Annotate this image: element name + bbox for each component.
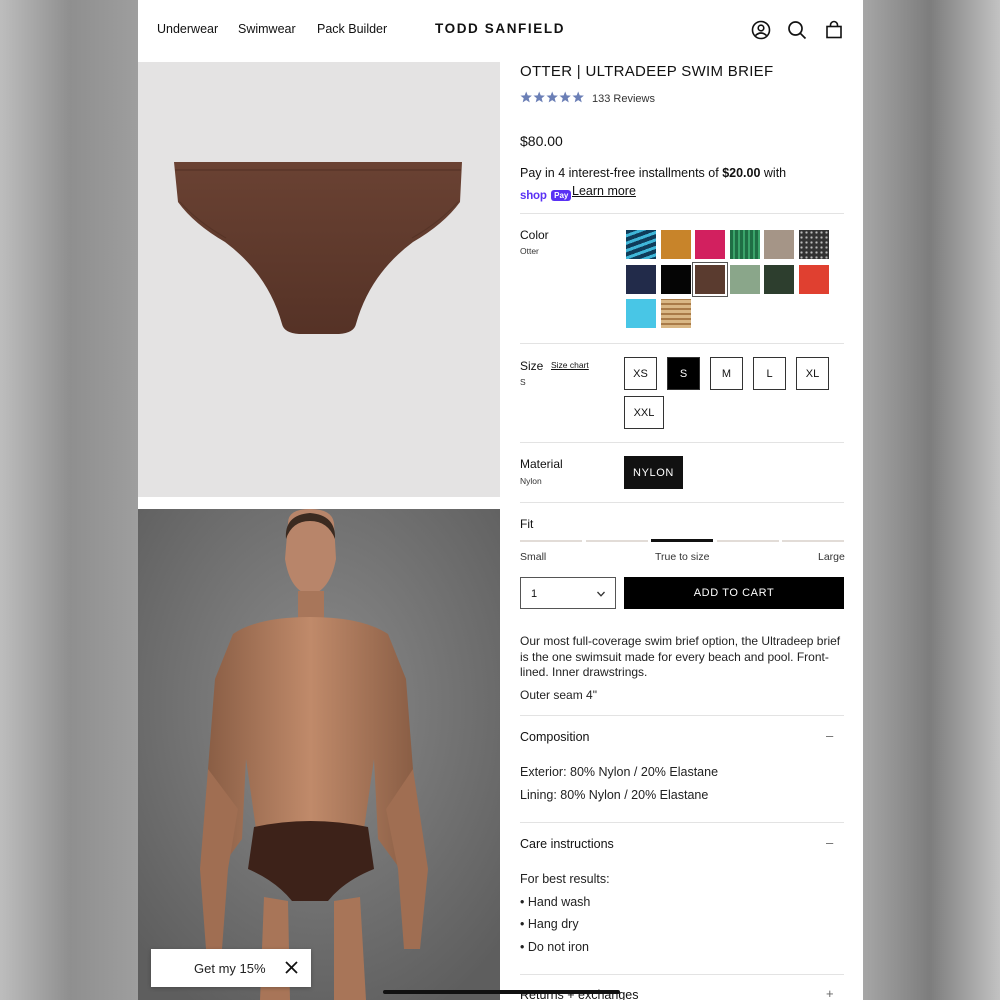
- star-icon: [546, 91, 558, 103]
- fit-label: Fit: [520, 517, 534, 531]
- installments-text: Pay in 4 interest-free installments of $…: [520, 164, 844, 183]
- product-description: Our most full-coverage swim brief option…: [520, 634, 841, 680]
- star-icon: [533, 91, 545, 103]
- color-swatch[interactable]: [729, 264, 760, 294]
- product-image-flat[interactable]: [138, 62, 500, 497]
- installments-amount: $20.00: [722, 166, 761, 180]
- shop-pay-badge: Pay: [551, 190, 572, 201]
- composition-toggle[interactable]: Composition: [520, 730, 589, 744]
- swim-brief-image: [174, 162, 462, 334]
- fit-segment: [585, 540, 648, 542]
- close-icon[interactable]: [284, 960, 299, 975]
- star-icon: [572, 91, 584, 103]
- color-swatch[interactable]: [798, 230, 829, 259]
- color-swatch[interactable]: [764, 264, 794, 294]
- fit-small-label: Small: [520, 551, 547, 563]
- color-swatch[interactable]: [764, 230, 794, 259]
- color-selected: Otter: [520, 246, 539, 256]
- installments-suffix: with: [760, 166, 787, 180]
- discount-popup[interactable]: Get my 15%: [151, 949, 311, 987]
- fit-true-label: True to size: [655, 551, 710, 563]
- discount-label[interactable]: Get my 15%: [194, 961, 266, 976]
- chevron-down-icon: [597, 591, 605, 597]
- size-option-s[interactable]: S: [667, 357, 700, 390]
- color-swatch[interactable]: [660, 264, 691, 294]
- color-swatch[interactable]: [660, 230, 691, 259]
- care-intro: For best results:: [520, 872, 610, 886]
- star-icon: [559, 91, 571, 103]
- size-option-m[interactable]: M: [710, 357, 743, 390]
- divider: [520, 502, 844, 503]
- model-photo: [138, 509, 500, 1000]
- nav-swimwear[interactable]: Swimwear: [238, 22, 296, 36]
- color-swatch[interactable]: [626, 264, 656, 294]
- color-swatch[interactable]: [626, 230, 656, 259]
- scroll-indicator[interactable]: [383, 990, 620, 994]
- product-info: OTTER | ULTRADEEP SWIM BRIEF 133 Reviews…: [520, 0, 845, 1000]
- size-selected: S: [520, 377, 526, 387]
- quantity-value: 1: [531, 588, 538, 600]
- care-item: • Do not iron: [520, 940, 589, 954]
- returns-expand-icon[interactable]: +: [826, 986, 834, 1000]
- divider: [520, 822, 844, 823]
- size-option-xs[interactable]: XS: [624, 357, 657, 390]
- star-rating-icon[interactable]: [520, 91, 584, 104]
- nav-underwear[interactable]: Underwear: [157, 22, 218, 36]
- shop-pay-wordmark: shop: [520, 190, 547, 202]
- product-image-model[interactable]: [138, 509, 500, 1000]
- color-swatch[interactable]: [626, 299, 656, 328]
- nav-pack-builder[interactable]: Pack Builder: [317, 22, 387, 36]
- divider: [520, 343, 844, 344]
- color-swatch[interactable]: [695, 230, 725, 259]
- color-swatch[interactable]: [729, 230, 760, 259]
- add-to-cart-button[interactable]: ADD TO CART: [624, 577, 844, 609]
- product-title: OTTER | ULTRADEEP SWIM BRIEF: [520, 63, 774, 80]
- divider: [520, 715, 844, 716]
- care-collapse-icon[interactable]: –: [826, 835, 833, 850]
- shop-pay-logo: shop Pay: [520, 186, 572, 202]
- size-chart-link[interactable]: Size chart: [551, 360, 589, 370]
- learn-more-link[interactable]: Learn more: [572, 184, 636, 198]
- composition-exterior: Exterior: 80% Nylon / 20% Elastane: [520, 765, 719, 779]
- care-item: • Hand wash: [520, 895, 591, 909]
- color-label: Color: [520, 228, 549, 242]
- size-option-xxl[interactable]: XXL: [624, 396, 664, 429]
- material-label: Material: [520, 457, 563, 471]
- divider: [520, 974, 844, 975]
- divider: [520, 442, 844, 443]
- composition-collapse-icon[interactable]: –: [826, 728, 833, 743]
- size-option-xl[interactable]: XL: [796, 357, 829, 390]
- care-item: • Hang dry: [520, 917, 579, 931]
- color-swatch[interactable]: [798, 264, 829, 294]
- color-swatch[interactable]: [692, 261, 728, 297]
- size-label: Size: [520, 359, 544, 373]
- fit-segment: [716, 540, 779, 542]
- care-toggle[interactable]: Care instructions: [520, 837, 614, 851]
- outer-seam: Outer seam 4": [520, 688, 597, 702]
- size-option-l[interactable]: L: [753, 357, 786, 390]
- divider: [520, 213, 844, 214]
- installments-prefix: Pay in 4 interest-free installments of: [520, 166, 723, 180]
- fit-segment: [651, 539, 713, 542]
- quantity-select[interactable]: 1: [520, 577, 616, 609]
- fit-large-label: Large: [818, 551, 845, 563]
- color-swatch[interactable]: [660, 299, 691, 328]
- star-icon: [520, 91, 532, 103]
- product-price: $80.00: [520, 133, 563, 149]
- material-option-nylon[interactable]: NYLON: [624, 456, 683, 489]
- fit-segment: [520, 540, 582, 542]
- material-selected: Nylon: [520, 476, 542, 486]
- reviews-link[interactable]: 133 Reviews: [592, 93, 655, 105]
- composition-lining: Lining: 80% Nylon / 20% Elastane: [520, 788, 709, 802]
- product-page: Underwear Swimwear Pack Builder TODD SAN…: [138, 0, 863, 1000]
- fit-segment: [782, 540, 844, 542]
